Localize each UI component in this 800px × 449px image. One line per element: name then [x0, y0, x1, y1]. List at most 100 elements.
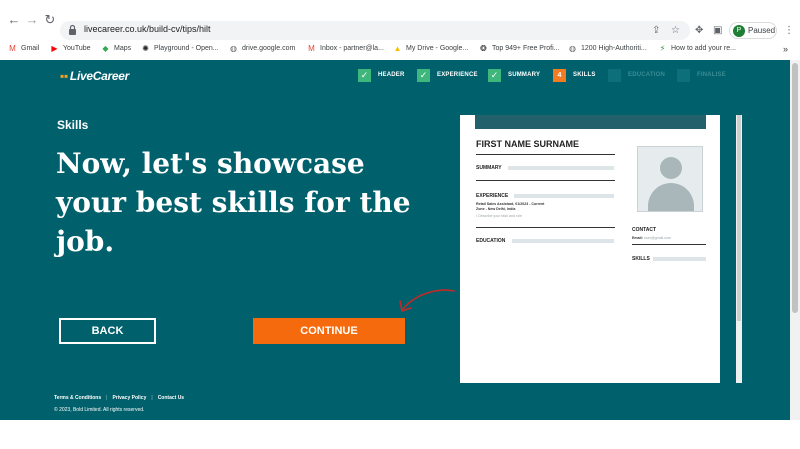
resume-email-value: user@gmail.com [644, 236, 672, 240]
back-button[interactable]: BACK [59, 318, 156, 344]
bookmark-item[interactable]: ◆ Maps [101, 42, 131, 56]
logo-text: LiveCareer [69, 69, 129, 83]
placeholder-bar [512, 239, 614, 243]
url-text: livecareer.co.uk/build-cv/tips/hilt [84, 24, 211, 34]
resume-header-band [475, 115, 706, 129]
profile-photo-placeholder [637, 146, 703, 212]
livecareer-logo[interactable]: ▪▪ LiveCareer [60, 69, 129, 83]
step-label: EXPERIENCE [437, 72, 478, 78]
address-bar[interactable]: livecareer.co.uk/build-cv/tips/hilt ⇪ ☆ [60, 21, 690, 40]
star-icon[interactable]: ☆ [671, 25, 680, 36]
step-number: 4 [553, 69, 566, 82]
step-label: SKILLS [573, 72, 596, 78]
footer-links: Terms & Conditions | Privacy Policy | Contac… [54, 395, 184, 401]
divider [476, 227, 615, 228]
divider [476, 154, 615, 155]
profile-button[interactable]: P Paused [729, 22, 777, 39]
bookmark-item[interactable]: ▶ YouTube [50, 42, 91, 56]
drive-icon: ▲ [393, 44, 402, 53]
resume-summary-heading: SUMMARY [476, 165, 502, 171]
menu-dots-icon[interactable]: ⋮ [784, 25, 794, 36]
back-arrow-icon[interactable]: ← [7, 13, 21, 27]
resume-job-description: • Describe your task and role [476, 214, 523, 218]
bookmark-label: Inbox - partner@la... [320, 45, 384, 52]
resume-experience-heading: EXPERIENCE [476, 193, 509, 199]
resume-location-line: Zone - New Delhi, India [476, 207, 516, 211]
footer-separator: | [151, 395, 153, 401]
bottom-area [0, 420, 800, 449]
contact-link[interactable]: Contact Us [158, 395, 184, 401]
person-body-icon [648, 183, 694, 211]
bookmark-item[interactable]: ❂ Top 949+ Free Profi... [479, 42, 560, 56]
address-row: ← → ↻ livecareer.co.uk/build-cv/tips/hil… [0, 0, 800, 40]
section-label: Skills [57, 118, 89, 132]
page-scroll-thumb[interactable] [792, 63, 798, 313]
globe-icon: ◍ [230, 44, 237, 53]
placeholder-bar [508, 166, 614, 170]
lock-icon [69, 24, 76, 35]
bookmark-item[interactable]: ◍ drive.google.com [229, 42, 295, 56]
check-icon: ✓ [488, 69, 501, 82]
more-bookmarks-button[interactable]: » [783, 42, 788, 56]
step-label: SUMMARY [508, 72, 541, 78]
step-label: EDUCATION [628, 72, 666, 78]
continue-button[interactable]: CONTINUE [253, 318, 405, 344]
extensions-icon[interactable]: ✥ [695, 25, 703, 36]
resume-contact-heading: CONTACT [632, 227, 657, 233]
resume-education-heading: EDUCATION [476, 238, 506, 244]
bookmark-item[interactable]: ✺ Playground - Open... [141, 42, 219, 56]
page-scrollbar[interactable] [790, 60, 800, 420]
placeholder-bar [514, 194, 614, 198]
bookmark-label: Playground - Open... [154, 45, 219, 52]
pointer-arrow-icon [399, 289, 455, 312]
gmail-icon: M [9, 44, 16, 53]
bolt-icon: ⚡ [659, 44, 666, 53]
footer-separator: | [106, 395, 108, 401]
bookmark-item[interactable]: ◍ 1200 High-Authoriti... [568, 42, 647, 56]
person-head-icon [660, 157, 682, 179]
reload-icon[interactable]: ↻ [43, 13, 57, 27]
step-marker [677, 69, 690, 82]
avatar: P [733, 25, 745, 37]
bookmark-item[interactable]: ▲ My Drive - Google... [393, 42, 469, 56]
bookmark-label: My Drive - Google... [406, 45, 469, 52]
bookmark-label: YouTube [63, 45, 91, 52]
site-icon: ❂ [480, 44, 487, 53]
share-icon[interactable]: ⇪ [652, 25, 660, 36]
copyright-text: © 2023, Bold Limited. All rights reserve… [54, 407, 145, 413]
bookmark-item[interactable]: ⚡ How to add your re... [658, 42, 736, 56]
preview-scroll-thumb[interactable] [737, 115, 741, 321]
check-icon: ✓ [417, 69, 430, 82]
gmail-icon: M [308, 44, 315, 53]
logo-mark-icon: ▪▪ [60, 69, 68, 83]
profile-status: Paused [748, 26, 776, 35]
terms-link[interactable]: Terms & Conditions [54, 395, 101, 401]
builder-page: ▪▪ LiveCareer ✓ HEADER ✓ EXPERIENCE ✓ SUM… [0, 60, 790, 420]
bookmarks-bar: M Gmail ▶ YouTube ◆ Maps ✺ Playground - Open… [0, 42, 800, 56]
bookmark-label: 1200 High-Authoriti... [581, 45, 647, 52]
placeholder-bar [653, 257, 706, 261]
preview-scrollbar[interactable] [736, 115, 742, 383]
bookmark-label: Top 949+ Free Profi... [492, 45, 560, 52]
maps-icon: ◆ [102, 44, 109, 53]
divider [476, 180, 615, 181]
openai-icon: ✺ [142, 44, 149, 53]
page-title: Now, let's showcase your best skills for… [56, 147, 411, 258]
bookmark-label: How to add your re... [671, 45, 736, 52]
resume-preview: FIRST NAME SURNAME SUMMARY EXPERIENCE Re… [460, 115, 720, 383]
browser-chrome: ← → ↻ livecareer.co.uk/build-cv/tips/hil… [0, 0, 800, 60]
bookmark-item[interactable]: M Inbox - partner@la... [307, 42, 384, 56]
youtube-icon: ▶ [51, 44, 58, 53]
bookmark-item[interactable]: M Gmail [8, 42, 39, 56]
step-label: HEADER [378, 72, 405, 78]
resume-email-label: Email: [632, 236, 643, 240]
forward-arrow-icon[interactable]: → [25, 13, 39, 27]
check-icon: ✓ [358, 69, 371, 82]
divider [632, 244, 706, 245]
privacy-link[interactable]: Privacy Policy [112, 395, 146, 401]
bookmark-label: Gmail [21, 45, 40, 52]
resume-skills-heading: SKILLS [632, 256, 650, 262]
side-panel-icon[interactable]: ▣ [713, 25, 722, 36]
globe-icon: ◍ [569, 44, 576, 53]
bookmark-label: Maps [114, 45, 132, 52]
